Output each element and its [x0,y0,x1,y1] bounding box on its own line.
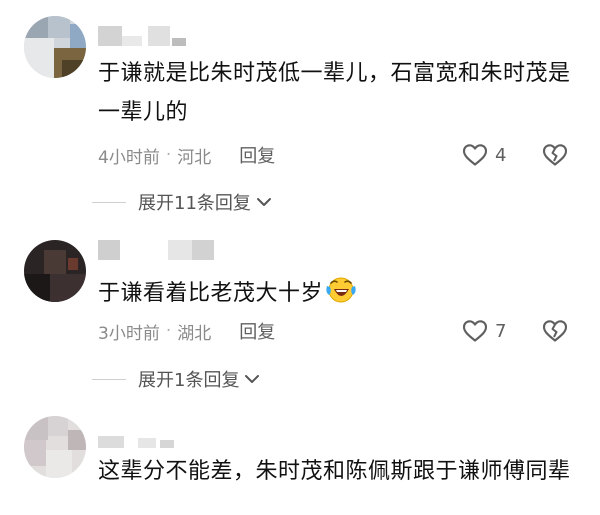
expand-replies[interactable]: 展开1条回复 [92,367,261,391]
heart-outline-icon [462,320,488,342]
comment-meta: 3小时前 · 湖北 回复 [98,318,275,344]
avatar[interactable] [24,240,86,302]
expand-replies-label: 展开1条回复 [138,370,240,391]
reply-button[interactable]: 回复 [239,318,275,344]
comment-time: 4小时前 [98,147,160,168]
like-count: 4 [495,144,507,166]
meta-separator: · [165,321,172,341]
like-button[interactable]: 4 [462,142,506,168]
avatar[interactable] [24,16,86,78]
divider-line [92,378,126,380]
meta-separator: · [165,145,172,165]
comment-text: 于谦看着比老茂大十岁 [98,274,578,317]
like-count: 7 [495,320,507,342]
laughing-crying-emoji-icon [325,276,357,317]
chevron-down-icon [245,375,260,383]
expand-replies-label: 展开11条回复 [138,193,251,214]
chevron-down-icon [256,198,271,206]
comment-location: 河北 [177,147,212,168]
comment-location: 湖北 [177,323,212,344]
divider-line [92,201,126,203]
comment-time: 3小时前 [98,323,160,344]
comment-text: 于谦就是比朱时茂低一辈儿，石富宽和朱时茂是一辈儿的 [98,61,571,125]
dislike-button[interactable] [541,318,569,344]
comment-text: 这辈分不能差，朱时茂和陈佩斯跟于谦师傅同辈 [98,459,571,484]
comment-text-content: 于谦看着比老茂大十岁 [98,281,324,306]
dislike-button[interactable] [541,142,569,168]
like-button[interactable]: 7 [462,318,506,344]
comment-meta: 4小时前 · 河北 回复 [98,142,275,168]
broken-heart-icon [542,320,568,342]
heart-outline-icon [462,144,488,166]
reply-button[interactable]: 回复 [239,142,275,168]
broken-heart-icon [542,144,568,166]
avatar[interactable] [24,416,86,478]
expand-replies[interactable]: 展开11条回复 [92,190,273,214]
